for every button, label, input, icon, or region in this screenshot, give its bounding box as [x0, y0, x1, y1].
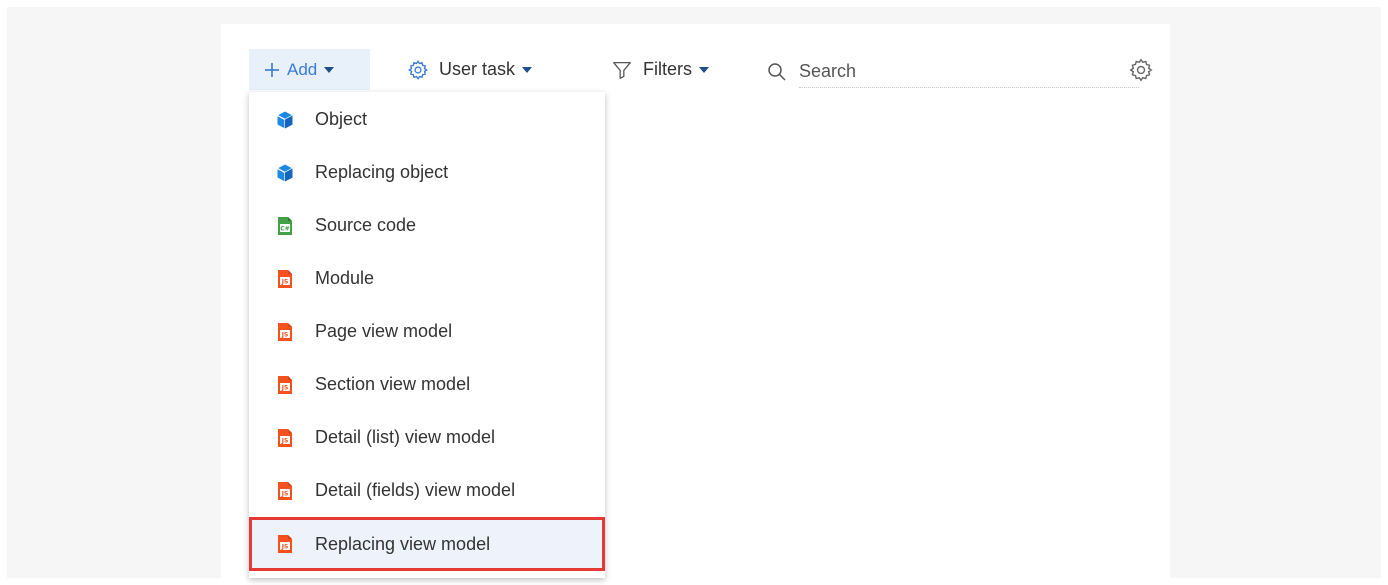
csharp-file-icon: C# [278, 216, 292, 235]
cube-icon [277, 164, 293, 181]
settings-gear-icon[interactable] [1128, 57, 1154, 83]
menu-item-source-code[interactable]: C# Source code [249, 199, 605, 252]
svg-text:C#: C# [280, 225, 289, 232]
add-button[interactable]: Add [249, 49, 370, 90]
svg-text:JS: JS [281, 437, 289, 444]
menu-item-label: Section view model [315, 374, 471, 394]
svg-text:JS: JS [281, 384, 289, 391]
chevron-down-icon [522, 66, 533, 73]
js-file-icon: JS [278, 322, 292, 341]
cube-icon [277, 111, 293, 128]
user-task-button[interactable]: User task [407, 49, 533, 90]
svg-text:JS: JS [281, 278, 289, 285]
menu-item-detail-fields-view-model[interactable]: JS Detail (fields) view model [249, 464, 605, 517]
gear-icon [408, 59, 428, 80]
menu-item-label: Detail (fields) view model [315, 480, 516, 500]
js-file-icon: JS [278, 481, 292, 500]
menu-item-label: Source code [315, 215, 417, 235]
search-box [767, 53, 1159, 90]
chevron-down-icon [699, 66, 709, 73]
search-icon [768, 62, 786, 81]
js-file-icon: JS [278, 428, 292, 447]
menu-item-module[interactable]: JS Module [249, 252, 605, 305]
menu-item-label: Page view model [315, 321, 453, 341]
menu-item-label: Replacing view model [315, 533, 491, 554]
svg-text:JS: JS [281, 331, 289, 338]
filters-label: Filters [643, 59, 692, 79]
js-file-icon: JS [278, 375, 292, 394]
filters-button[interactable]: Filters [611, 49, 709, 90]
js-file-icon: JS [278, 535, 292, 553]
menu-item-label: Object [315, 109, 368, 129]
filter-icon [613, 61, 631, 79]
user-task-label: User task [439, 59, 516, 79]
add-button-label: Add [287, 59, 318, 79]
menu-item-label: Replacing object [315, 162, 449, 182]
menu-item-label: Detail (list) view model [315, 427, 496, 447]
menu-item-detail-list-view-model[interactable]: JS Detail (list) view model [249, 411, 605, 464]
menu-item-replacing-object[interactable]: Replacing object [249, 146, 605, 199]
menu-item-section-view-model[interactable]: JS Section view model [249, 358, 605, 411]
menu-item-replacing-view-model[interactable]: JS Replacing view model [249, 517, 605, 571]
search-input[interactable] [799, 55, 1139, 88]
plus-icon [265, 62, 279, 77]
menu-item-label: Module [315, 268, 375, 288]
svg-text:JS: JS [281, 544, 289, 551]
menu-item-page-view-model[interactable]: JS Page view model [249, 305, 605, 358]
menu-item-object[interactable]: Object [249, 93, 605, 146]
svg-text:JS: JS [281, 490, 289, 497]
js-file-icon: JS [278, 269, 292, 288]
chevron-down-icon [324, 66, 335, 73]
add-dropdown-menu: Object Replacing object C# Source code J… [249, 92, 605, 578]
